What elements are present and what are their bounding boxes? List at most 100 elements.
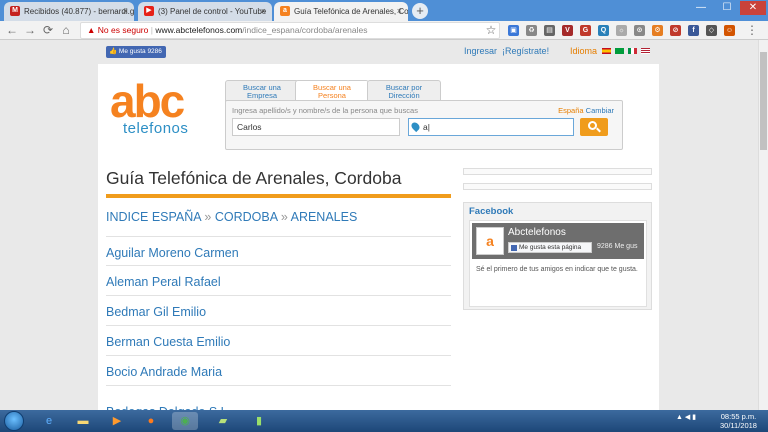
close-window-button[interactable]: ✕: [740, 1, 766, 15]
system-tray[interactable]: ▲ ◀ ▮: [676, 413, 696, 421]
app-icon[interactable]: ▮: [246, 412, 272, 430]
result-item[interactable]: Aguilar Moreno Carmen: [106, 236, 451, 266]
menu-icon[interactable]: ⋮: [744, 22, 760, 38]
extension-icon[interactable]: ▣: [508, 25, 519, 36]
extension-icon[interactable]: V: [562, 25, 573, 36]
chrome-icon[interactable]: ◉: [172, 412, 198, 430]
logo-abc: abc: [110, 75, 185, 127]
taskbar-clock[interactable]: 08:55 p.m. 30/11/2018: [720, 412, 757, 430]
forward-button[interactable]: →: [22, 22, 38, 38]
result-item[interactable]: Bodegas Delgado S.L.: [106, 396, 451, 410]
facebook-friends-message: Sé el primero de tus amigos en indicar q…: [476, 266, 638, 273]
back-button[interactable]: ←: [4, 22, 20, 38]
extension-icon[interactable]: Q: [598, 25, 609, 36]
breadcrumb: INDICE ESPAÑA » CORDOBA » ARENALES: [106, 210, 358, 224]
reload-button[interactable]: ⟳: [40, 22, 56, 38]
page-viewport: 👍 Me gusta 9286 Ingresar ¡Regístrate! Id…: [0, 40, 758, 410]
extension-icon[interactable]: ⊘: [670, 25, 681, 36]
title-underline: [106, 194, 451, 198]
result-item[interactable]: Bedmar Gil Emilio: [106, 296, 451, 326]
extension-icon[interactable]: f: [688, 25, 699, 36]
result-item[interactable]: Bocio Andrade Maria: [106, 356, 451, 386]
scrollbar-thumb[interactable]: [760, 52, 767, 150]
tab-abctelefonos[interactable]: a Guía Telefónica de Arenales, Cor... ×: [274, 2, 408, 21]
fb-like-button[interactable]: 👍 Me gusta 9286: [106, 46, 166, 58]
main-content-card: abc telefonos Buscar una Empresa Buscar u…: [98, 64, 659, 410]
media-player-icon[interactable]: ▶: [104, 412, 130, 430]
result-item[interactable]: Berman Cuesta Emilio: [106, 326, 451, 356]
new-tab-button[interactable]: +: [412, 3, 428, 19]
url-host: www.abctelefonos.com: [155, 25, 243, 35]
facebook-like-page-button[interactable]: Me gusta esta página: [508, 242, 592, 253]
sidebar-ad-slot: [463, 168, 652, 175]
facebook-page-plugin: a Abctelefonos Me gusta esta página 9286…: [469, 220, 647, 307]
bookmark-star-icon[interactable]: ☆: [483, 22, 499, 38]
firefox-icon[interactable]: ●: [138, 412, 164, 430]
site-logo[interactable]: abc telefonos: [110, 78, 210, 148]
breadcrumb-home[interactable]: INDICE ESPAÑA: [106, 210, 201, 224]
tab-search-company[interactable]: Buscar una Empresa: [225, 80, 299, 102]
extension-icon[interactable]: ☼: [616, 25, 627, 36]
abc-logo-icon[interactable]: a: [476, 227, 504, 255]
page-scrollbar[interactable]: [758, 40, 768, 410]
extension-icon[interactable]: ◇: [706, 25, 717, 36]
browser-toolbar: ← → ⟳ ⌂ ▲ No es seguro | www.abctelefono…: [0, 21, 768, 40]
minimize-button[interactable]: —: [688, 1, 714, 15]
breadcrumb-city[interactable]: ARENALES: [291, 210, 358, 224]
file-explorer-icon[interactable]: ▬: [70, 412, 96, 430]
flag-usa-icon[interactable]: [641, 48, 650, 54]
tab-search-address[interactable]: Buscar por Dirección: [367, 80, 441, 102]
home-button[interactable]: ⌂: [58, 22, 74, 38]
url-path: /indice_espana/cordoba/arenales: [242, 25, 368, 35]
facebook-page-name[interactable]: Abctelefonos: [508, 227, 566, 238]
close-tab-icon[interactable]: ×: [261, 6, 266, 16]
name-search-input[interactable]: [232, 118, 400, 136]
flag-brazil-icon[interactable]: [615, 48, 624, 54]
tab-youtube[interactable]: ▶ (3) Panel de control - YouTube ×: [138, 2, 272, 21]
browser-tab-bar: M Recibidos (40.877) - bernardi.gu... × …: [0, 0, 768, 21]
account-links: Ingresar ¡Regístrate!: [464, 46, 549, 56]
breadcrumb-province[interactable]: CORDOBA: [215, 210, 278, 224]
ie-icon[interactable]: e: [36, 412, 62, 430]
page-title: Guía Telefónica de Arenales, Cordoba: [106, 168, 402, 188]
flag-spain-icon[interactable]: [602, 48, 611, 54]
result-item[interactable]: Aleman Peral Rafael: [106, 266, 451, 296]
tab-gmail[interactable]: M Recibidos (40.877) - bernardi.gu... ×: [4, 2, 134, 21]
app-icon[interactable]: ▰: [210, 412, 236, 430]
country-selector: España Cambiar: [558, 106, 614, 115]
language-label: Idioma: [570, 46, 598, 56]
close-tab-icon[interactable]: ×: [397, 6, 402, 16]
warning-icon: ▲: [87, 25, 96, 35]
tab-title: Guía Telefónica de Arenales, Cor...: [294, 7, 408, 16]
facebook-widget: Facebook a Abctelefonos Me gusta esta pá…: [463, 202, 652, 310]
start-button-icon[interactable]: [4, 411, 24, 431]
extension-icon[interactable]: ⚙: [652, 25, 663, 36]
clock-time: 08:55 p.m.: [720, 412, 757, 421]
address-bar[interactable]: ▲ No es seguro | www.abctelefonos.com/in…: [80, 22, 500, 39]
logo-telefonos: telefonos: [123, 120, 189, 137]
tab-title: Recibidos (40.877) - bernardi.gu...: [24, 7, 134, 16]
close-tab-icon[interactable]: ×: [123, 6, 128, 16]
login-link[interactable]: Ingresar: [464, 46, 497, 56]
user-avatar-icon[interactable]: ☺: [724, 25, 735, 36]
facebook-cover: a Abctelefonos Me gusta esta página 9286…: [472, 223, 644, 259]
search-button[interactable]: [580, 118, 608, 136]
register-link[interactable]: ¡Regístrate!: [502, 46, 549, 56]
tab-search-person[interactable]: Buscar una Persona: [295, 80, 369, 102]
extension-icon[interactable]: G: [580, 25, 591, 36]
extension-icon[interactable]: ⊙: [634, 25, 645, 36]
windows-taskbar: e ▬ ▶ ● ◉ ▰ ▮ ▲ ◀ ▮ 08:55 p.m. 30/11/201…: [0, 410, 768, 432]
change-country-link[interactable]: Cambiar: [586, 106, 614, 115]
facebook-title: Facebook: [469, 206, 514, 217]
location-search-input[interactable]: [408, 118, 574, 136]
security-label: No es seguro: [97, 25, 149, 35]
extension-icon[interactable]: ▤: [544, 25, 555, 36]
gmail-icon: M: [10, 6, 20, 16]
flag-italy-icon[interactable]: [628, 48, 637, 54]
sidebar-ad-slot: [463, 183, 652, 190]
search-panel: Ingresa apellido/s y nombre/s de la pers…: [225, 100, 623, 150]
country-label: España: [558, 106, 584, 115]
extension-icon[interactable]: ♻: [526, 25, 537, 36]
maximize-button[interactable]: ☐: [714, 1, 740, 15]
abc-icon: a: [280, 6, 290, 16]
